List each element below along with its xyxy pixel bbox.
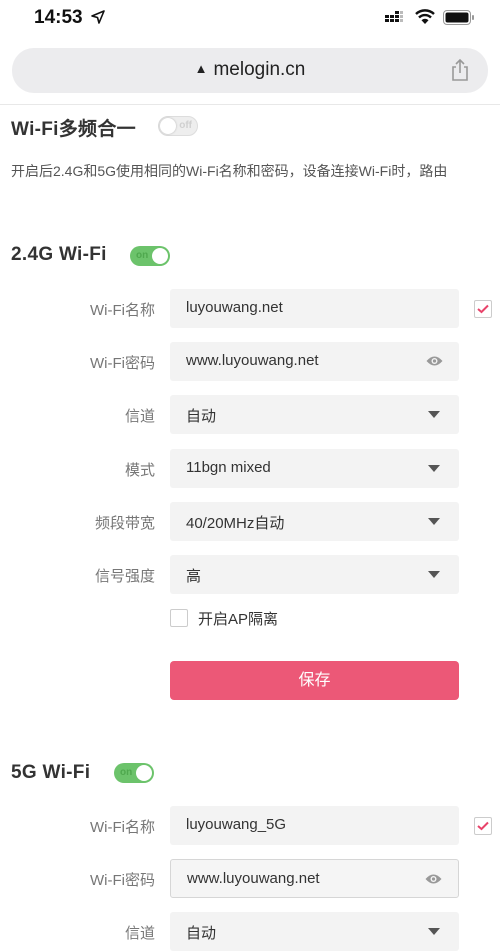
ssid-5g-label: Wi-Fi名称	[90, 819, 155, 836]
mode-label: 模式	[124, 462, 155, 479]
toggle-state-label: on	[136, 250, 149, 261]
url-text: melogin.cn	[213, 59, 306, 80]
ap-isolation-checkbox[interactable]	[170, 609, 188, 627]
password-value: www.luyouwang.net	[186, 352, 319, 369]
channel-value: 自动	[186, 408, 217, 425]
caret-down-icon	[428, 411, 440, 418]
wifi-signal-icon	[415, 9, 435, 24]
password-input[interactable]: www.luyouwang.net	[170, 342, 459, 381]
ssid-label: Wi-Fi名称	[90, 302, 155, 319]
channel-select[interactable]: 自动	[170, 395, 459, 434]
channel-label: 信道	[124, 408, 155, 425]
eye-icon[interactable]	[426, 355, 443, 367]
wifi-5g-title: 5G Wi-Fi	[11, 762, 91, 783]
mode-value: 11bgn mixed	[186, 459, 271, 476]
wifi-24g-toggle[interactable]: on	[130, 246, 170, 266]
ssid-5g-broadcast-checkbox[interactable]	[474, 817, 492, 835]
bandwidth-label: 频段带宽	[94, 515, 155, 532]
checkmark-icon	[477, 304, 489, 314]
caret-down-icon	[428, 518, 440, 525]
bandwidth-value: 40/20MHz自动	[186, 515, 285, 532]
location-arrow-icon	[91, 10, 105, 24]
wifi-24g-title: 2.4G Wi-Fi	[11, 244, 107, 265]
channel-5g-select[interactable]: 自动	[170, 912, 459, 951]
bandwidth-select[interactable]: 40/20MHz自动	[170, 502, 459, 541]
caret-down-icon	[428, 928, 440, 935]
caret-down-icon	[428, 465, 440, 472]
toggle-knob	[152, 248, 168, 264]
ssid-value: luyouwang.net	[186, 299, 283, 316]
ssid-5g-input[interactable]: luyouwang_5G	[170, 806, 459, 845]
signal-strength-value: 高	[186, 568, 202, 585]
channel-5g-label: 信道	[124, 925, 155, 942]
password-5g-input[interactable]: www.luyouwang.net	[170, 859, 459, 898]
multiband-toggle[interactable]: off	[158, 116, 198, 136]
channel-5g-value: 自动	[186, 925, 217, 942]
toggle-knob	[160, 118, 176, 134]
signal-strength-label: 信号强度	[94, 568, 155, 585]
wifi-5g-toggle[interactable]: on	[114, 763, 154, 783]
password-label: Wi-Fi密码	[90, 355, 155, 372]
address-bar[interactable]: ▲ melogin.cn	[12, 48, 488, 93]
ap-isolation-label[interactable]: 开启AP隔离	[198, 608, 278, 629]
url-display[interactable]: ▲ melogin.cn	[12, 59, 488, 81]
cellular-signal-icon	[385, 11, 403, 22]
status-time: 14:53	[34, 7, 83, 28]
toggle-knob	[136, 765, 152, 781]
toggle-state-label: off	[179, 120, 192, 131]
checkmark-icon	[477, 821, 489, 831]
status-bar: 14:53	[0, 0, 500, 40]
ssid-input[interactable]: luyouwang.net	[170, 289, 459, 328]
toggle-state-label: on	[120, 767, 133, 778]
multiband-title: Wi-Fi多频合一	[11, 119, 136, 140]
mode-select[interactable]: 11bgn mixed	[170, 449, 459, 488]
ssid-broadcast-checkbox[interactable]	[474, 300, 492, 318]
divider	[0, 104, 500, 105]
warning-triangle-icon: ▲	[194, 61, 208, 76]
multiband-description: 开启后2.4G和5G使用相同的Wi-Fi名称和密码，设备连接Wi-Fi时，路由	[11, 163, 448, 179]
signal-strength-select[interactable]: 高	[170, 555, 459, 594]
battery-icon	[443, 10, 474, 25]
caret-down-icon	[428, 571, 440, 578]
ssid-5g-value: luyouwang_5G	[186, 816, 287, 833]
password-5g-label: Wi-Fi密码	[90, 872, 155, 889]
share-icon[interactable]	[450, 58, 470, 82]
save-button[interactable]: 保存	[170, 661, 459, 700]
password-5g-value: www.luyouwang.net	[187, 870, 320, 887]
eye-icon[interactable]	[425, 873, 442, 885]
